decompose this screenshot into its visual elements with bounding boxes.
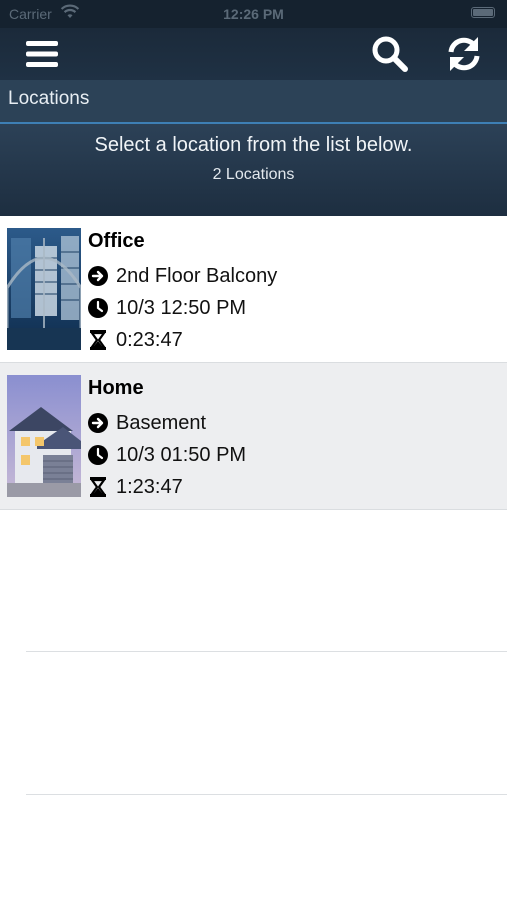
clock-icon [88, 445, 108, 465]
location-duration-line: 1:23:47 [88, 471, 246, 503]
section-title: Locations [0, 80, 507, 122]
location-area-line: Basement [88, 407, 246, 439]
status-bar: Carrier 12:26 PM [0, 0, 507, 28]
arrow-right-circle-icon [88, 266, 108, 286]
office-building-image [7, 228, 81, 350]
menu-button[interactable] [22, 34, 62, 74]
location-time: 10/3 12:50 PM [116, 296, 247, 319]
refresh-button[interactable] [444, 34, 484, 74]
hourglass-icon [88, 477, 108, 497]
locations-list: Office 2nd Floor Balcony 10/3 12:50 PM 0… [0, 216, 507, 510]
location-duration-line: 0:23:47 [88, 324, 277, 356]
location-area: 2nd Floor Balcony [116, 264, 278, 287]
info-panel: Select a location from the list below. 2… [0, 124, 507, 216]
location-name: Home [88, 377, 144, 399]
status-time: 12:26 PM [223, 6, 284, 22]
location-area-line: 2nd Floor Balcony [88, 260, 277, 292]
location-count: 2 Locations [212, 166, 295, 183]
empty-row-separator [26, 794, 507, 795]
nav-bar [0, 28, 507, 80]
location-time: 10/3 01:50 PM [116, 443, 247, 466]
hourglass-icon [88, 330, 108, 350]
arrow-right-circle-icon [88, 413, 108, 433]
location-name: Office [88, 230, 145, 252]
location-duration: 0:23:47 [116, 328, 183, 351]
search-icon [372, 36, 408, 72]
refresh-icon [448, 37, 480, 71]
empty-row-separator [26, 651, 507, 652]
select-location-prompt: Select a location from the list below. [94, 134, 413, 156]
location-time-line: 10/3 12:50 PM [88, 292, 277, 324]
location-row-home[interactable]: Home Basement 10/3 01:50 PM 1:23:47 [0, 363, 507, 510]
clock-icon [88, 298, 108, 318]
battery-icon [471, 7, 495, 18]
location-area: Basement [116, 411, 207, 434]
location-details: Office 2nd Floor Balcony 10/3 12:50 PM 0… [88, 230, 277, 356]
house-image [7, 375, 81, 497]
location-duration: 1:23:47 [116, 475, 183, 498]
location-row-office[interactable]: Office 2nd Floor Balcony 10/3 12:50 PM 0… [0, 216, 507, 363]
search-button[interactable] [370, 34, 410, 74]
hamburger-menu-icon [26, 41, 58, 67]
location-time-line: 10/3 01:50 PM [88, 439, 246, 471]
location-details: Home Basement 10/3 01:50 PM 1:23:47 [88, 377, 246, 503]
